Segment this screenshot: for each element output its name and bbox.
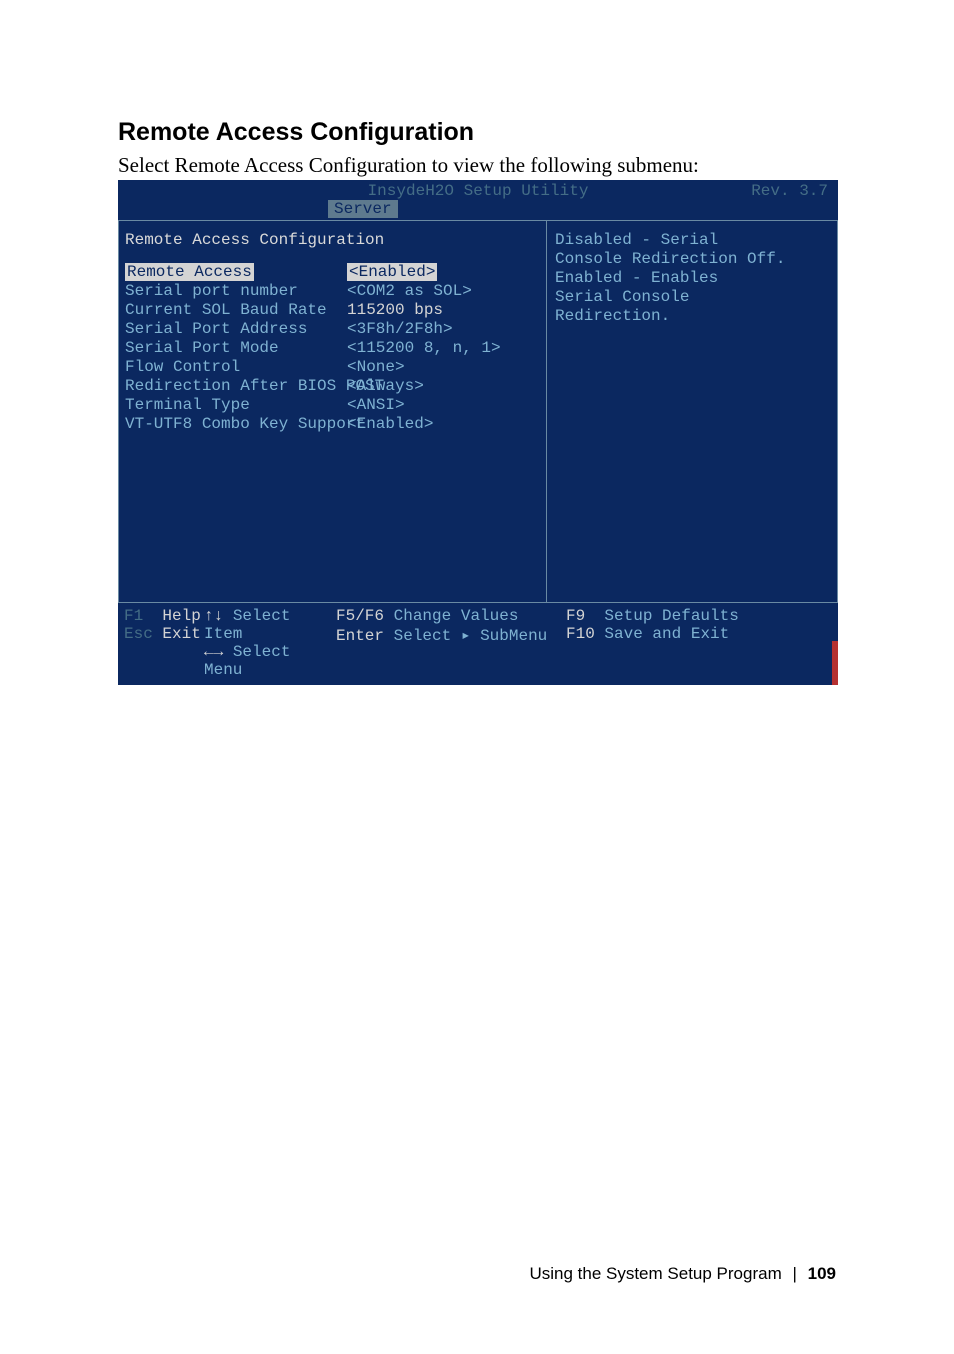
key-leftright: ←→ <box>204 643 223 661</box>
setting-value: 115200 bps <box>347 301 443 320</box>
bios-tab-server[interactable]: Server <box>328 200 398 218</box>
setting-label: Serial Port Mode <box>125 339 347 358</box>
setting-current-sol-baud-rate: Current SOL Baud Rate 115200 bps <box>125 301 540 320</box>
setting-value: <3F8h/2F8h> <box>347 320 453 339</box>
key-f9: F9 <box>566 607 585 625</box>
bios-tab-bar: Server <box>118 200 838 220</box>
desc-setup-defaults: Setup Defaults <box>604 607 738 625</box>
setting-value: <COM2 as SOL> <box>347 282 472 301</box>
desc-exit: Exit <box>162 625 200 643</box>
setting-value: <ANSI> <box>347 396 405 415</box>
bios-settings-list: Remote Access <Enabled> Serial port numb… <box>125 263 540 434</box>
footer-text: Using the System Setup Program <box>529 1264 781 1283</box>
setting-redirection-after-bios-post[interactable]: Redirection After BIOS POST <Always> <box>125 377 540 396</box>
setting-value: <None> <box>347 358 405 377</box>
bios-settings-panel: Remote Access Configuration Remote Acces… <box>118 221 546 603</box>
setting-label: Serial Port Address <box>125 320 347 339</box>
key-f10: F10 <box>566 625 595 643</box>
setting-label: Remote Access <box>125 263 254 281</box>
setting-vt-utf8-combo-key-support[interactable]: VT-UTF8 Combo Key Support <Enabled> <box>125 415 540 434</box>
bios-screenshot: InsydeH2O Setup Utility Rev. 3.7 Server … <box>118 180 838 685</box>
bios-help-text: Disabled - Serial Console Redirection Of… <box>555 231 829 326</box>
desc-help: Help <box>162 607 200 625</box>
setting-label: Flow Control <box>125 358 347 377</box>
footer-separator: | <box>792 1264 796 1283</box>
setting-label: Redirection After BIOS POST <box>125 377 347 396</box>
key-updown: ↑↓ <box>204 607 223 625</box>
desc-save-and-exit: Save and Exit <box>604 625 729 643</box>
section-intro: Select Remote Access Configuration to vi… <box>118 153 836 178</box>
setting-remote-access[interactable]: Remote Access <Enabled> <box>125 263 540 282</box>
key-f5f6: F5/F6 <box>336 607 384 625</box>
setting-value: <Enabled> <box>347 415 433 434</box>
setting-label: Current SOL Baud Rate <box>125 301 347 320</box>
page-footer: Using the System Setup Program | 109 <box>529 1264 836 1284</box>
key-enter: Enter <box>336 627 384 645</box>
setting-label: Terminal Type <box>125 396 347 415</box>
setting-serial-port-mode[interactable]: Serial Port Mode <115200 8, n, 1> <box>125 339 540 358</box>
setting-value: <Enabled> <box>347 263 437 281</box>
setting-value: <Always> <box>347 377 424 396</box>
bios-revision: Rev. 3.7 <box>751 182 828 200</box>
setting-label: Serial port number <box>125 282 347 301</box>
desc-select-submenu: Select ▸ SubMenu <box>394 627 548 645</box>
setting-flow-control[interactable]: Flow Control <None> <box>125 358 540 377</box>
footer-edge-decoration <box>832 641 838 685</box>
setting-serial-port-address[interactable]: Serial Port Address <3F8h/2F8h> <box>125 320 540 339</box>
section-heading: Remote Access Configuration <box>118 118 836 147</box>
setting-terminal-type[interactable]: Terminal Type <ANSI> <box>125 396 540 415</box>
setting-value: <115200 8, n, 1> <box>347 339 501 358</box>
bios-help-panel: Disabled - Serial Console Redirection Of… <box>546 221 838 603</box>
bios-title: InsydeH2O Setup Utility <box>118 180 838 200</box>
desc-change-values: Change Values <box>394 607 519 625</box>
setting-label: VT-UTF8 Combo Key Support <box>125 415 347 434</box>
footer-page-number: 109 <box>808 1264 836 1283</box>
bios-footer: F1 Help Esc Exit ↑↓ Select Item ←→ Selec… <box>118 603 838 685</box>
key-f1: F1 <box>124 607 143 625</box>
key-esc: Esc <box>124 625 153 643</box>
setting-serial-port-number[interactable]: Serial port number <COM2 as SOL> <box>125 282 540 301</box>
bios-section-title: Remote Access Configuration <box>125 231 540 249</box>
